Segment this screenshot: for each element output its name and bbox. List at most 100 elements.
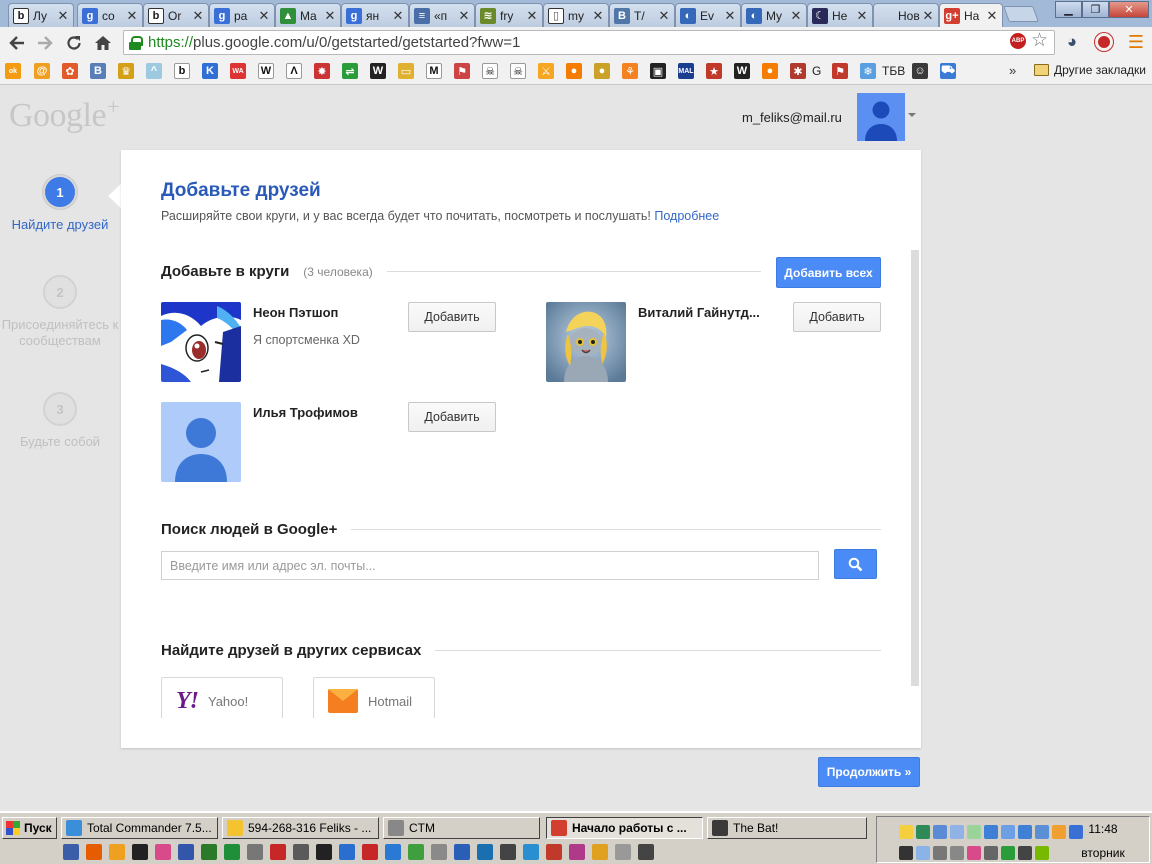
- continue-button[interactable]: Продолжить »: [818, 757, 920, 787]
- tray-icon[interactable]: [916, 846, 930, 860]
- bookmark-favicon-icon[interactable]: ▣: [650, 63, 666, 79]
- bookmark-favicon-icon[interactable]: W: [258, 63, 274, 79]
- bookmark-favicon-icon[interactable]: ▭: [398, 63, 414, 79]
- bookmark-tbv-label[interactable]: ТБВ: [882, 64, 905, 78]
- browser-tab[interactable]: ▲ Ma ✕: [275, 3, 341, 27]
- tray-icon[interactable]: [899, 825, 913, 839]
- tray-icon[interactable]: [1035, 825, 1049, 839]
- bookmark-favicon-icon[interactable]: M: [426, 63, 442, 79]
- bookmark-favicon-icon[interactable]: ●: [762, 63, 778, 79]
- browser-tab[interactable]: ▯ my ✕: [543, 3, 609, 27]
- tray-icon[interactable]: [984, 846, 998, 860]
- forward-button[interactable]: [33, 31, 57, 55]
- tab-close-icon[interactable]: ✕: [790, 8, 802, 24]
- tab-close-icon[interactable]: ✕: [324, 8, 336, 24]
- quick-launch-icon[interactable]: [293, 844, 309, 860]
- bookmark-favicon-icon[interactable]: ❄: [860, 63, 876, 79]
- avatar[interactable]: [857, 93, 905, 141]
- tray-icon[interactable]: [1035, 846, 1049, 860]
- quick-launch-icon[interactable]: [523, 844, 539, 860]
- quick-launch-icon[interactable]: [155, 844, 171, 860]
- new-tab-button[interactable]: [1003, 6, 1039, 22]
- quick-launch-icon[interactable]: [454, 844, 470, 860]
- tray-icon[interactable]: [950, 846, 964, 860]
- bookmark-g-label[interactable]: G: [812, 64, 821, 78]
- quick-launch-icon[interactable]: [132, 844, 148, 860]
- bookmark-favicon-icon[interactable]: ✸: [314, 63, 330, 79]
- chrome-menu-icon[interactable]: ☰: [1125, 31, 1147, 53]
- add-person-button[interactable]: Добавить: [408, 302, 496, 332]
- bookmark-favicon-icon[interactable]: W: [734, 63, 750, 79]
- tray-icon[interactable]: [1018, 846, 1032, 860]
- bookmark-favicon-icon[interactable]: W: [370, 63, 386, 79]
- start-button[interactable]: Пуск: [2, 817, 57, 839]
- quick-launch-icon[interactable]: [477, 844, 493, 860]
- people-search-input[interactable]: [161, 551, 819, 580]
- quick-launch-icon[interactable]: [362, 844, 378, 860]
- quick-launch-icon[interactable]: [178, 844, 194, 860]
- bookmark-star-icon[interactable]: ☆: [1031, 29, 1048, 52]
- bookmark-favicon-icon[interactable]: ^: [146, 63, 162, 79]
- tray-icon[interactable]: [967, 825, 981, 839]
- bookmark-favicon-icon[interactable]: ⚑: [832, 63, 848, 79]
- quick-launch-icon[interactable]: [316, 844, 332, 860]
- person-name[interactable]: Виталий Гайнутд...: [638, 305, 760, 320]
- tab-close-icon[interactable]: ✕: [658, 8, 670, 24]
- hotmail-service-button[interactable]: Hotmail: [313, 677, 435, 718]
- quick-launch-icon[interactable]: [615, 844, 631, 860]
- minimize-button[interactable]: ▁: [1055, 1, 1082, 18]
- tray-icon[interactable]: [967, 846, 981, 860]
- tray-icon[interactable]: [1018, 825, 1032, 839]
- bookmark-favicon-icon[interactable]: MAL: [678, 63, 694, 79]
- quick-launch-icon[interactable]: [247, 844, 263, 860]
- account-caret-icon[interactable]: [908, 113, 916, 117]
- person-name[interactable]: Илья Трофимов: [253, 405, 358, 420]
- browser-tab[interactable]: b Or ✕: [143, 3, 209, 27]
- google-plus-logo[interactable]: Google+: [9, 94, 120, 135]
- close-window-button[interactable]: ✕: [1109, 1, 1149, 18]
- quick-launch-icon[interactable]: [408, 844, 424, 860]
- quick-launch-icon[interactable]: [63, 844, 79, 860]
- browser-tab[interactable]: ≡ «п ✕: [409, 3, 475, 27]
- card-scrollbar[interactable]: [911, 250, 919, 686]
- other-bookmarks-folder[interactable]: Другие закладки: [1034, 63, 1146, 77]
- tray-icon[interactable]: [950, 825, 964, 839]
- bookmark-favicon-icon[interactable]: ✿: [62, 63, 78, 79]
- bookmarks-overflow-chevron-icon[interactable]: »: [1009, 63, 1016, 78]
- quick-launch-icon[interactable]: [109, 844, 125, 860]
- browser-tab[interactable]: g pa ✕: [209, 3, 275, 27]
- browser-tab[interactable]: ◐ Ev ✕: [675, 3, 741, 27]
- tab-close-icon[interactable]: ✕: [458, 8, 470, 24]
- quick-launch-icon[interactable]: [500, 844, 516, 860]
- tray-icon[interactable]: [899, 846, 913, 860]
- browser-tab[interactable]: g+ На ✕: [939, 3, 1003, 27]
- quick-launch-icon[interactable]: [224, 844, 240, 860]
- tray-icon[interactable]: [984, 825, 998, 839]
- tab-close-icon[interactable]: ✕: [258, 8, 270, 24]
- quick-launch-icon[interactable]: [339, 844, 355, 860]
- bookmark-favicon-icon[interactable]: b: [174, 63, 190, 79]
- bookmark-favicon-icon[interactable]: ●: [566, 63, 582, 79]
- tab-close-icon[interactable]: ✕: [922, 8, 934, 24]
- bookmark-favicon-icon[interactable]: ☠: [510, 63, 526, 79]
- browser-tab[interactable]: b Лу ✕: [8, 3, 74, 27]
- restore-button[interactable]: ❐: [1082, 1, 1109, 18]
- search-button[interactable]: [834, 549, 877, 579]
- tray-icon[interactable]: [933, 825, 947, 839]
- bookmark-favicon-icon[interactable]: @: [34, 63, 50, 79]
- tray-icon[interactable]: [1052, 825, 1066, 839]
- person-name[interactable]: Неон Пэтшоп: [253, 305, 338, 320]
- bookmark-favicon-icon[interactable]: B: [90, 63, 106, 79]
- bookmark-favicon-icon[interactable]: ⇌: [342, 63, 358, 79]
- bookmark-favicon-icon[interactable]: ♛: [118, 63, 134, 79]
- bookmark-favicon-icon[interactable]: ⚑: [454, 63, 470, 79]
- step-find-friends[interactable]: 1 Найдите друзей: [0, 175, 120, 233]
- add-all-button[interactable]: Добавить всех: [776, 257, 881, 288]
- quick-launch-icon[interactable]: [270, 844, 286, 860]
- browser-tab[interactable]: g co ✕: [77, 3, 143, 27]
- learn-more-link[interactable]: Подробнее: [654, 209, 719, 223]
- taskbar-button[interactable]: Total Commander 7.5...: [61, 817, 218, 839]
- card-scroll-area[interactable]: Добавьте в круги (3 человека) Добавить в…: [121, 250, 921, 718]
- browser-tab[interactable]: ≋ fry ✕: [475, 3, 543, 27]
- tab-close-icon[interactable]: ✕: [724, 8, 736, 24]
